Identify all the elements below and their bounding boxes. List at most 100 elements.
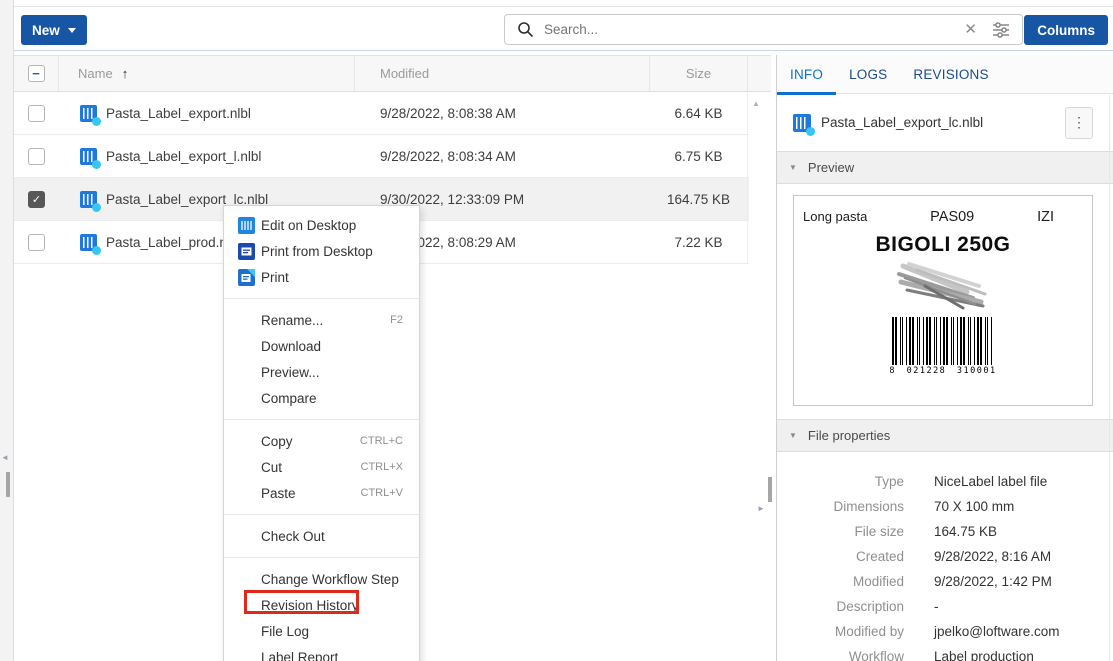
menu-item-download[interactable]: Download — [224, 333, 419, 359]
collapse-left-icon[interactable]: ◄ — [1, 453, 9, 462]
table-row[interactable]: ✓ Pasta_Label_export_l.nlbl 9/28/2022, 8… — [14, 135, 749, 178]
status-dot-icon — [92, 203, 101, 212]
select-all-checkbox[interactable]: − — [28, 65, 45, 82]
file-modified: 9/28/2022, 8:08:38 AM — [380, 106, 516, 121]
row-checkbox[interactable]: ✓ — [28, 105, 45, 122]
column-header-name[interactable]: Name ↑ — [59, 56, 355, 91]
tab-revisions[interactable]: REVISIONS — [900, 55, 1001, 94]
status-dot-icon — [806, 127, 815, 136]
property-row: Modified9/28/2022, 1:42 PM — [777, 569, 1113, 594]
nicelabel-document-storage-window: ◄ New ✕ — [0, 0, 1113, 661]
left-splitter-rail[interactable]: ◄ — [0, 0, 14, 661]
search-filter-sliders-icon[interactable] — [992, 22, 1010, 38]
label-file-icon — [80, 148, 97, 165]
row-checkbox[interactable]: ✓ — [28, 191, 45, 208]
check-icon: ✓ — [32, 193, 41, 206]
property-row: Modified byjpelko@loftware.com — [777, 619, 1113, 644]
label-file-icon — [80, 105, 97, 122]
collapse-caret-icon: ▼ — [789, 163, 797, 172]
shortcut-badge: CTRL+C — [360, 435, 419, 447]
file-list-header: − Name ↑ Modified Size — [14, 55, 771, 92]
preview-section: Long pasta PAS09 IZI BIGOLI 250G — [777, 184, 1113, 419]
menu-separator — [224, 557, 419, 558]
shortcut-badge: CTRL+X — [361, 461, 420, 473]
pasta-photo — [895, 260, 991, 316]
label-field-code: PAS09 — [930, 209, 974, 225]
file-name: Pasta_Label_prod.nlbl — [106, 235, 240, 250]
label-field-category: Long pasta — [803, 209, 867, 224]
property-row: Created9/28/2022, 8:16 AM — [777, 544, 1113, 569]
file-properties-list: TypeNiceLabel label file Dimensions70 X … — [777, 452, 1113, 661]
menu-item-label-report[interactable]: Label Report — [224, 644, 419, 661]
shortcut-badge: CTRL+V — [361, 487, 420, 499]
print-icon — [238, 269, 255, 286]
label-preview-image: Long pasta PAS09 IZI BIGOLI 250G — [793, 195, 1093, 406]
sort-ascending-icon: ↑ — [122, 66, 129, 81]
chevron-down-icon — [68, 28, 76, 33]
property-row: Description- — [777, 594, 1113, 619]
clear-search-icon[interactable]: ✕ — [964, 22, 977, 37]
row-checkbox[interactable]: ✓ — [28, 234, 45, 251]
menu-item-file-log[interactable]: File Log — [224, 618, 419, 644]
preview-section-header[interactable]: ▼ Preview — [777, 151, 1113, 184]
search-box: ✕ — [504, 14, 1023, 45]
label-file-icon — [80, 234, 97, 251]
file-name: Pasta_Label_export_l.nlbl — [106, 149, 261, 164]
row-checkbox[interactable]: ✓ — [28, 148, 45, 165]
property-value-workflow: Label production — [934, 649, 1034, 661]
menu-item-check-out[interactable]: Check Out — [224, 523, 419, 549]
menu-item-edit-on-desktop[interactable]: Edit on Desktop — [224, 212, 419, 238]
right-splitter-handle[interactable] — [768, 477, 772, 502]
new-button[interactable]: New — [21, 15, 87, 45]
table-row[interactable]: ✓ Pasta_Label_export.nlbl 9/28/2022, 8:0… — [14, 92, 749, 135]
kebab-icon: ⋮ — [1072, 114, 1086, 131]
menu-item-print[interactable]: Print — [224, 264, 419, 290]
search-icon — [517, 21, 534, 38]
left-splitter-handle[interactable] — [6, 472, 10, 497]
column-header-modified[interactable]: Modified — [355, 56, 650, 91]
property-value-modified-by: jpelko@loftware.com — [934, 624, 1060, 639]
property-row: File size164.75 KB — [777, 519, 1113, 544]
menu-item-cut[interactable]: Cut CTRL+X — [224, 454, 419, 480]
property-value-description: - — [934, 599, 939, 614]
new-button-label: New — [32, 23, 60, 38]
menu-item-revision-history[interactable]: Revision History — [224, 592, 419, 618]
status-dot-icon — [92, 246, 101, 255]
property-value-file-size: 164.75 KB — [934, 524, 997, 539]
barcode-image — [892, 317, 994, 365]
file-name: Pasta_Label_export.nlbl — [106, 106, 251, 121]
tab-info[interactable]: INFO — [777, 55, 836, 94]
menu-item-compare[interactable]: Compare — [224, 385, 419, 411]
panel-scrollbar-track[interactable] — [1109, 95, 1110, 661]
file-size: 6.75 KB — [674, 149, 722, 164]
columns-button[interactable]: Columns — [1024, 15, 1108, 45]
property-row: TypeNiceLabel label file — [777, 469, 1113, 494]
menu-item-rename[interactable]: Rename... F2 — [224, 307, 419, 333]
search-input[interactable] — [544, 22, 964, 37]
print-from-desktop-icon — [238, 243, 255, 260]
property-value-created: 9/28/2022, 8:16 AM — [934, 549, 1051, 564]
context-menu: Edit on Desktop Print from Desktop Print… — [223, 205, 420, 661]
file-size: 164.75 KB — [667, 192, 730, 207]
menu-separator — [224, 419, 419, 420]
tab-logs[interactable]: LOGS — [836, 55, 900, 94]
scroll-up-icon[interactable]: ▲ — [752, 99, 760, 108]
property-row: Dimensions70 X 100 mm — [777, 494, 1113, 519]
panel-tabs: INFO LOGS REVISIONS — [777, 55, 1113, 94]
shortcut-badge: F2 — [390, 314, 419, 326]
property-value-type: NiceLabel label file — [934, 474, 1047, 489]
file-properties-section-header[interactable]: ▼ File properties — [777, 419, 1113, 452]
status-dot-icon — [92, 117, 101, 126]
menu-item-change-workflow-step[interactable]: Change Workflow Step — [224, 566, 419, 592]
menu-item-print-from-desktop[interactable]: Print from Desktop — [224, 238, 419, 264]
info-panel: INFO LOGS REVISIONS Pasta_Label_export_l… — [776, 55, 1113, 661]
collapse-caret-icon: ▼ — [789, 431, 797, 440]
file-actions-button[interactable]: ⋮ — [1065, 107, 1093, 139]
file-size: 7.22 KB — [674, 235, 722, 250]
menu-separator — [224, 298, 419, 299]
menu-item-preview[interactable]: Preview... — [224, 359, 419, 385]
expand-right-icon[interactable]: ► — [757, 504, 765, 513]
menu-item-copy[interactable]: Copy CTRL+C — [224, 428, 419, 454]
column-header-size[interactable]: Size — [650, 56, 748, 91]
menu-item-paste[interactable]: Paste CTRL+V — [224, 480, 419, 506]
